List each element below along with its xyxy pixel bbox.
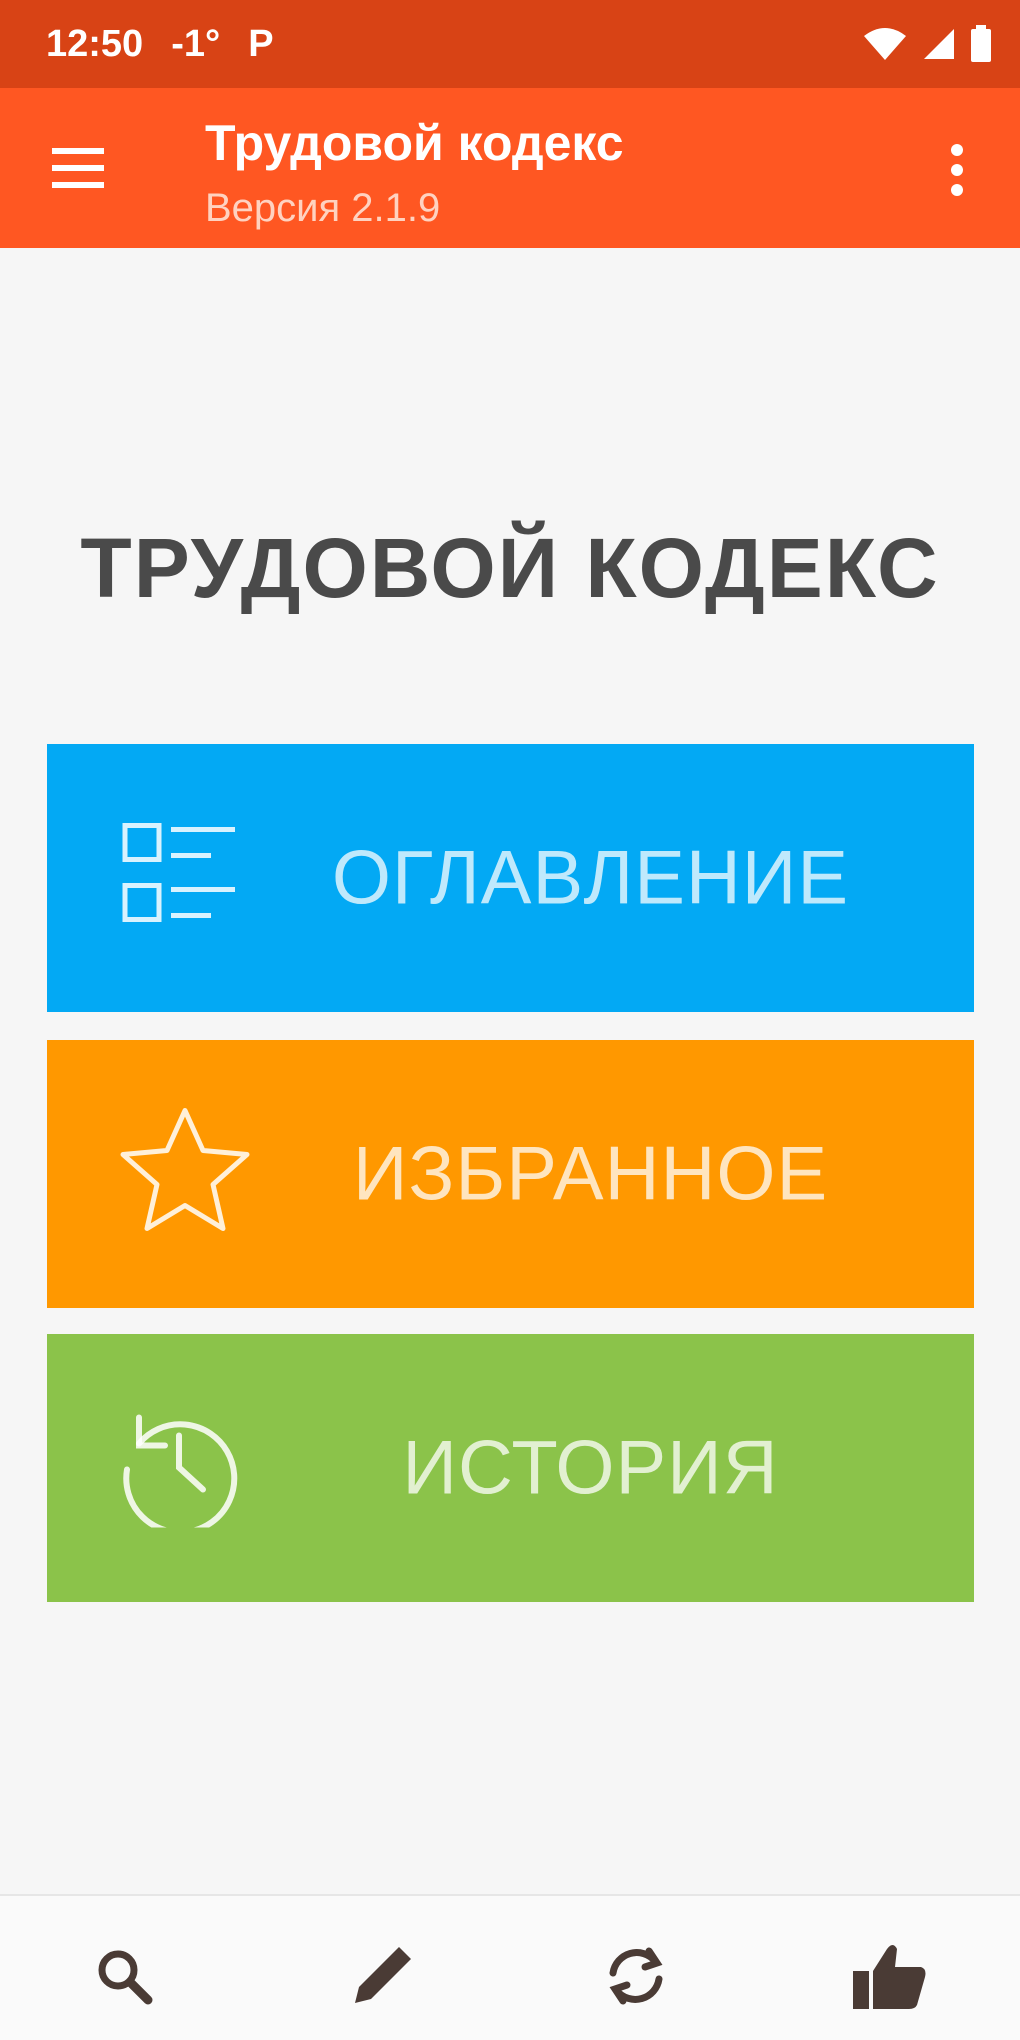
list-icon <box>117 816 237 941</box>
battery-icon <box>970 25 992 63</box>
wifi-icon <box>862 26 908 62</box>
more-vert-icon <box>951 144 963 196</box>
status-bar: 12:50 -1° P <box>0 0 1020 88</box>
search-icon <box>98 1950 153 2005</box>
tile-favorites[interactable]: ИЗБРАННОЕ <box>47 1040 974 1308</box>
status-notification: P <box>248 22 274 65</box>
tile-history[interactable]: ИСТОРИЯ <box>47 1334 974 1602</box>
status-right <box>862 25 992 63</box>
sync-icon <box>609 1947 663 2005</box>
status-temperature: -1° <box>171 22 221 65</box>
like-button[interactable] <box>850 1936 930 2016</box>
app-version: Версия 2.1.9 <box>205 186 441 230</box>
tile-contents[interactable]: ОГЛАВЛЕНИЕ <box>47 744 974 1012</box>
app-bar: Трудовой кодекс Версия 2.1.9 <box>0 88 1020 248</box>
status-left: 12:50 -1° P <box>46 23 274 66</box>
menu-button[interactable] <box>48 142 108 194</box>
overflow-menu-button[interactable] <box>942 142 972 198</box>
bottom-toolbar <box>0 1894 1020 2040</box>
status-time: 12:50 <box>46 22 144 65</box>
page-title: ТРУДОВОЙ КОДЕКС <box>80 521 940 615</box>
edit-button[interactable] <box>342 1936 422 2016</box>
tile-contents-label: ОГЛАВЛЕНИЕ <box>331 835 850 921</box>
pencil-icon <box>355 1947 411 2003</box>
menu-icon <box>52 148 104 188</box>
sync-button[interactable] <box>596 1936 676 2016</box>
tile-favorites-label: ИЗБРАННОЕ <box>352 1131 829 1217</box>
thumbs-up-icon <box>853 1945 926 2009</box>
signal-icon <box>922 27 956 61</box>
app-title: Трудовой кодекс <box>205 115 624 171</box>
star-icon <box>117 1107 253 1242</box>
search-button[interactable] <box>84 1936 164 2016</box>
tile-history-label: ИСТОРИЯ <box>402 1425 779 1511</box>
history-icon <box>117 1404 241 1536</box>
